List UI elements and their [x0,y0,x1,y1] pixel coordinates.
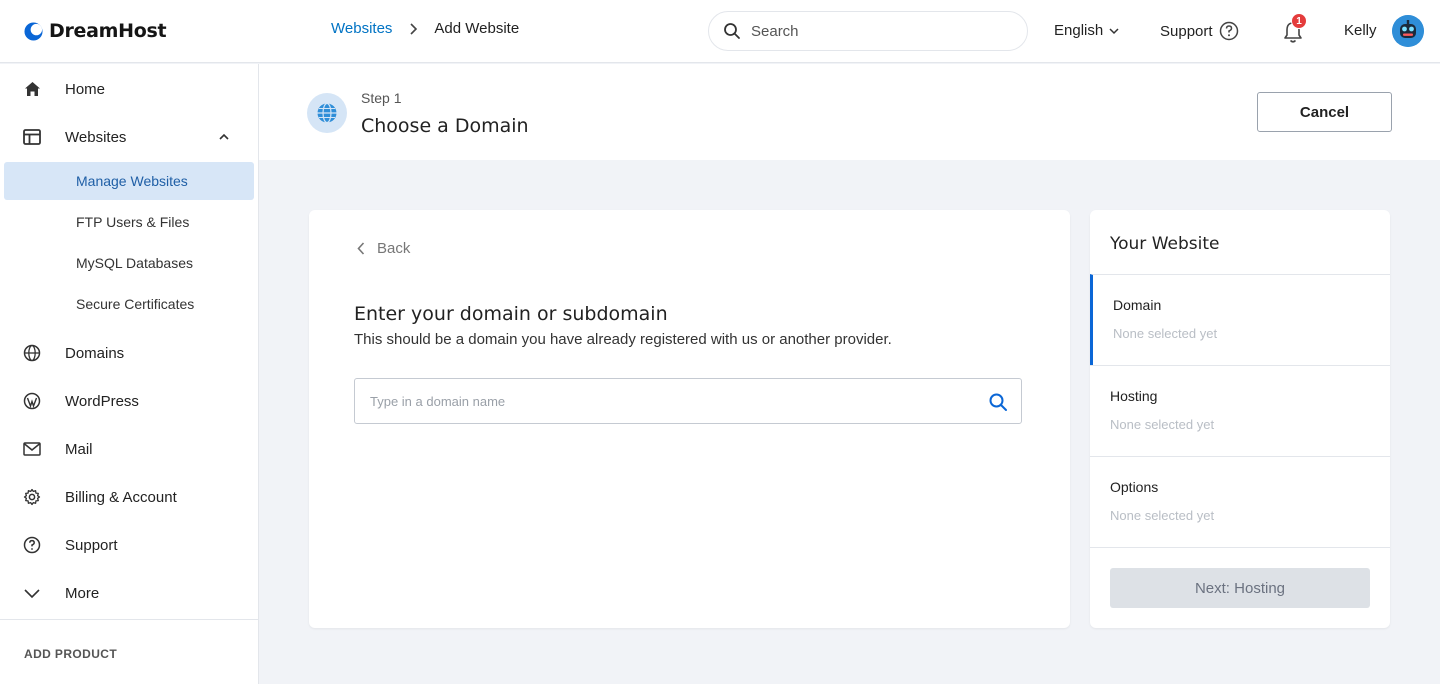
summary-row-value: None selected yet [1110,417,1215,432]
websites-icon [23,128,41,146]
chevron-down-icon [23,584,41,602]
sidebar-item-wordpress[interactable]: WordPress [0,381,258,421]
sidebar-item-label: Domains [65,344,125,362]
summary-row-label: Domain [1113,297,1162,313]
sidebar-subitem-ftp-users-files[interactable]: FTP Users & Files [4,203,254,241]
back-link[interactable]: Back [357,240,410,257]
sidebar-item-support[interactable]: Support [0,525,258,565]
avatar-robot-icon [1392,15,1424,47]
globe-icon [317,102,337,124]
search-icon[interactable] [988,392,1008,412]
language-label: English [1054,22,1104,39]
domain-input[interactable] [370,393,970,409]
sidebar-item-label: More [65,584,100,602]
breadcrumb: Websites Add Website [331,20,519,37]
sidebar-item-home[interactable]: Home [0,69,258,109]
sidebar-subitem-manage-websites[interactable]: Manage Websites [4,162,254,200]
mail-icon [23,440,41,458]
page-title: Choose a Domain [361,115,529,137]
top-bar: DreamHost Websites Add Website English S… [0,0,1440,63]
sidebar-item-label: Websites [65,128,127,146]
global-search[interactable] [708,11,1028,51]
summary-row-options: Options None selected yet [1090,456,1390,547]
help-icon [23,536,41,554]
sidebar-item-websites[interactable]: Websites [0,117,258,157]
sidebar-item-mail[interactable]: Mail [0,429,258,469]
dreamhost-logo[interactable]: DreamHost [24,19,167,43]
cancel-button[interactable]: Cancel [1257,92,1392,132]
breadcrumb-current: Add Website [434,20,520,37]
wordpress-icon [23,392,41,410]
domain-entry-card: Back Enter your domain or subdomain This… [309,210,1070,628]
summary-title: Your Website [1110,234,1220,254]
chevron-right-icon [410,22,418,35]
notification-badge: 1 [1291,13,1307,29]
chevron-left-icon [357,242,365,255]
sidebar-item-label: Mail [65,440,93,458]
sidebar-item-label: WordPress [65,392,139,410]
search-icon [724,23,740,39]
home-icon [23,80,41,98]
summary-row-label: Hosting [1110,388,1158,404]
chevron-up-icon [219,133,229,140]
sidebar-item-more[interactable]: More [0,573,258,613]
step-number: Step 1 [361,90,402,106]
breadcrumb-websites-link[interactable]: Websites [331,20,392,37]
search-input[interactable] [751,22,1001,40]
sidebar-item-label: Home [65,80,106,98]
sidebar-subitem-mysql-databases[interactable]: MySQL Databases [4,244,254,282]
sidebar-item-billing-account[interactable]: Billing & Account [0,477,258,517]
step-globe-icon-wrap [307,93,347,133]
sidebar-item-label: Support [65,536,118,554]
summary-divider [1090,547,1390,548]
gear-icon [23,488,41,506]
chevron-down-icon [1109,27,1119,34]
your-website-summary: Your Website Domain None selected yet Ho… [1090,210,1390,628]
sidebar-item-label: Billing & Account [65,488,177,506]
avatar[interactable] [1392,15,1424,47]
support-label: Support [1160,22,1213,40]
summary-row-value: None selected yet [1113,326,1218,341]
summary-row-hosting: Hosting None selected yet [1090,365,1390,456]
step-header: Step 1 Choose a Domain Cancel [259,64,1440,160]
sidebar: Home Websites Manage Websites FTP Users … [0,64,259,684]
support-menu[interactable]: Support [1160,21,1239,41]
domain-entry-description: This should be a domain you have already… [354,331,892,348]
help-icon [1219,21,1238,41]
domain-entry-title: Enter your domain or subdomain [354,303,668,325]
summary-row-value: None selected yet [1110,508,1215,523]
brand-name: DreamHost [49,20,167,42]
sidebar-subitem-secure-certificates[interactable]: Secure Certificates [4,285,254,323]
user-name[interactable]: Kelly [1344,22,1377,39]
globe-icon [23,344,41,362]
sidebar-divider [0,619,258,620]
back-label: Back [377,240,411,257]
next-hosting-button[interactable]: Next: Hosting [1110,568,1370,608]
summary-row-domain: Domain None selected yet [1090,274,1390,365]
language-selector[interactable]: English [1054,22,1119,39]
dreamhost-logo-icon [24,21,43,41]
summary-row-label: Options [1110,479,1159,495]
domain-search-field[interactable] [354,378,1022,424]
sidebar-item-domains[interactable]: Domains [0,333,258,373]
add-product-link[interactable]: ADD PRODUCT [24,647,117,661]
